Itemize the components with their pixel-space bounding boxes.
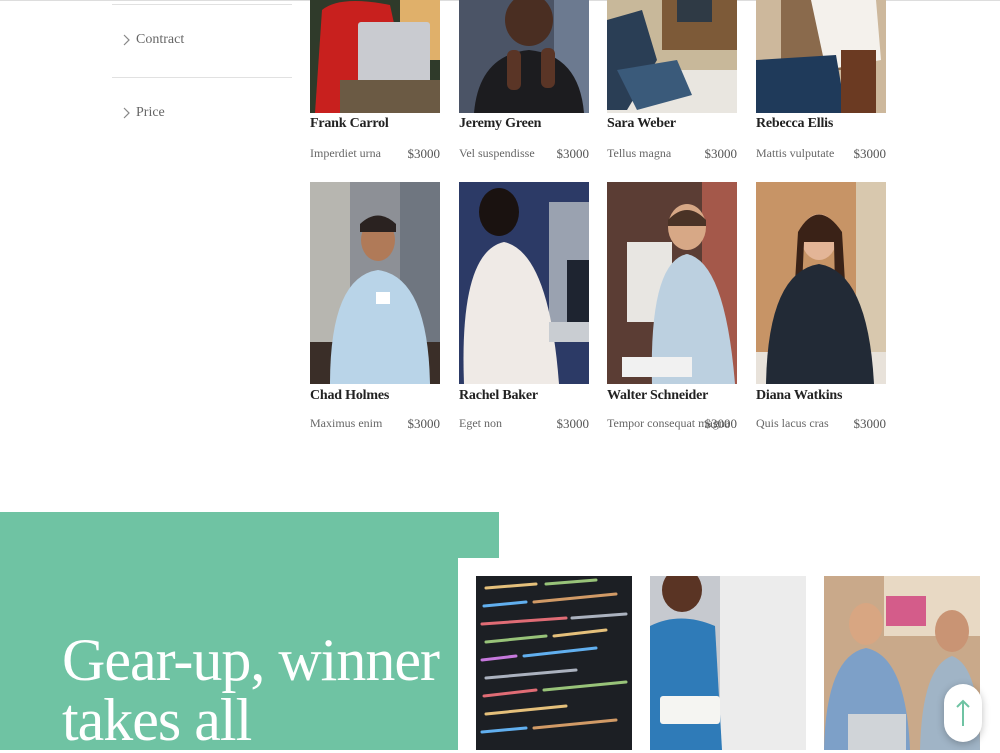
person-photo-illustration — [607, 182, 737, 384]
chevron-right-icon — [123, 107, 130, 119]
person-photo-illustration — [459, 182, 589, 384]
product-price: $3000 — [556, 146, 590, 161]
product-card[interactable]: Sara Weber Tellus magna $3000 — [607, 0, 737, 161]
product-desc: Vel suspendisse — [459, 146, 535, 160]
product-name[interactable]: Frank Carrol — [310, 116, 389, 132]
product-name[interactable]: Chad Holmes — [310, 388, 389, 404]
product-photo[interactable] — [607, 182, 737, 384]
product-price: $3000 — [704, 146, 738, 161]
person-photo-illustration — [756, 0, 886, 113]
code-photo-illustration — [476, 576, 632, 750]
product-price: $3000 — [704, 416, 738, 431]
person-photo-illustration — [459, 0, 589, 113]
chevron-right-icon — [123, 34, 130, 46]
product-photo[interactable] — [459, 0, 589, 113]
filter-price[interactable]: Price — [120, 105, 165, 121]
product-name[interactable]: Sara Weber — [607, 116, 676, 132]
product-price: $3000 — [853, 416, 887, 431]
product-card[interactable]: Chad Holmes Maximus enim $3000 — [310, 182, 440, 431]
product-card[interactable]: Rebecca Ellis Mattis vulputate $3000 — [756, 0, 886, 161]
filter-divider — [112, 4, 292, 5]
promo-image-code[interactable] — [476, 576, 632, 750]
product-card[interactable]: Rachel Baker Eget non $3000 — [459, 182, 589, 431]
product-photo[interactable] — [607, 0, 737, 113]
arrow-up-icon — [956, 699, 970, 726]
person-photo-illustration — [607, 0, 737, 113]
person-photo-illustration — [310, 0, 440, 113]
product-desc: Mattis vulputate — [756, 146, 835, 160]
product-name[interactable]: Jeremy Green — [459, 116, 541, 132]
promo-image-person[interactable] — [650, 576, 806, 750]
scroll-to-top-button[interactable] — [944, 684, 982, 742]
product-photo[interactable] — [310, 0, 440, 113]
filter-divider — [112, 77, 292, 78]
product-desc: Imperdiet urna — [310, 146, 381, 160]
product-photo[interactable] — [459, 182, 589, 384]
person-photo-illustration — [650, 576, 806, 750]
product-desc: Quis lacus cras — [756, 416, 829, 430]
filter-label: Contract — [136, 32, 185, 47]
filter-label: Price — [136, 105, 165, 120]
product-name[interactable]: Rachel Baker — [459, 388, 538, 404]
product-card[interactable]: Diana Watkins Quis lacus cras $3000 — [756, 182, 886, 431]
filter-contract[interactable]: Contract — [120, 32, 184, 48]
product-price: $3000 — [407, 416, 441, 431]
product-name[interactable]: Diana Watkins — [756, 388, 842, 404]
product-photo[interactable] — [756, 0, 886, 113]
product-photo[interactable] — [310, 182, 440, 384]
product-price: $3000 — [407, 146, 441, 161]
product-desc: Tellus magna — [607, 146, 672, 160]
product-card[interactable]: Frank Carrol Imperdiet urna $3000 — [310, 0, 440, 161]
person-photo-illustration — [756, 182, 886, 384]
product-desc: Eget non — [459, 416, 502, 430]
person-photo-illustration — [310, 182, 440, 384]
product-card[interactable]: Jeremy Green Vel suspendisse $3000 — [459, 0, 589, 161]
product-price: $3000 — [853, 146, 887, 161]
promo-title: Gear-up, winner takes all — [62, 627, 440, 753]
product-price: $3000 — [556, 416, 590, 431]
product-name[interactable]: Walter Schneider — [607, 388, 708, 404]
product-card[interactable]: Walter Schneider Tempor consequat magna … — [607, 182, 737, 431]
product-desc: Maximus enim — [310, 416, 383, 430]
product-name[interactable]: Rebecca Ellis — [756, 116, 833, 132]
product-photo[interactable] — [756, 182, 886, 384]
